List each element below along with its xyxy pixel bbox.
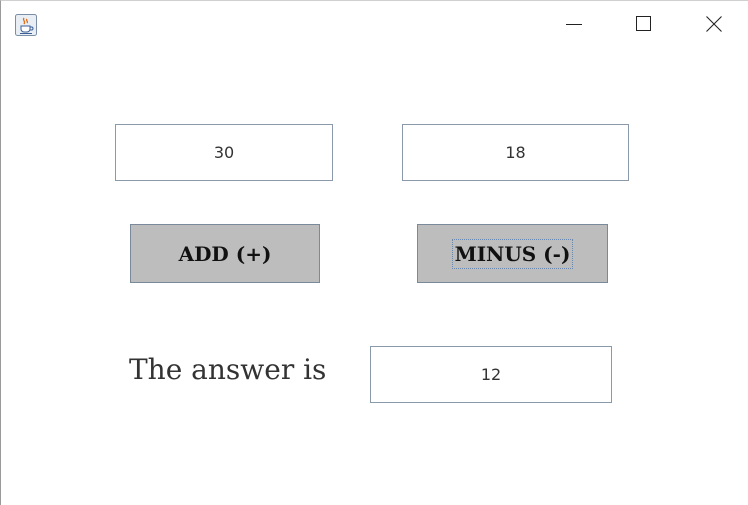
answer-label: The answer is [129,353,327,386]
add-button-label: ADD (+) [178,241,272,266]
minus-button-label: MINUS (-) [451,238,574,269]
minimize-button[interactable] [539,1,609,47]
second-number-field[interactable]: 18 [402,124,629,181]
title-bar[interactable] [1,1,748,47]
close-button[interactable] [679,1,748,47]
java-cup-icon[interactable] [15,14,37,36]
close-icon [706,16,722,32]
answer-field: 12 [370,346,612,403]
second-number-value: 18 [505,143,526,162]
first-number-value: 30 [213,143,235,162]
answer-value: 12 [480,365,502,384]
minimize-icon [566,24,582,25]
app-window: 30 18 ADD (+) MINUS (-) The answer is 12 [0,0,748,505]
minus-button[interactable]: MINUS (-) [417,224,608,283]
add-button[interactable]: ADD (+) [130,224,320,283]
maximize-button[interactable] [609,1,679,47]
first-number-field[interactable]: 30 [115,124,333,181]
maximize-icon [636,16,651,31]
